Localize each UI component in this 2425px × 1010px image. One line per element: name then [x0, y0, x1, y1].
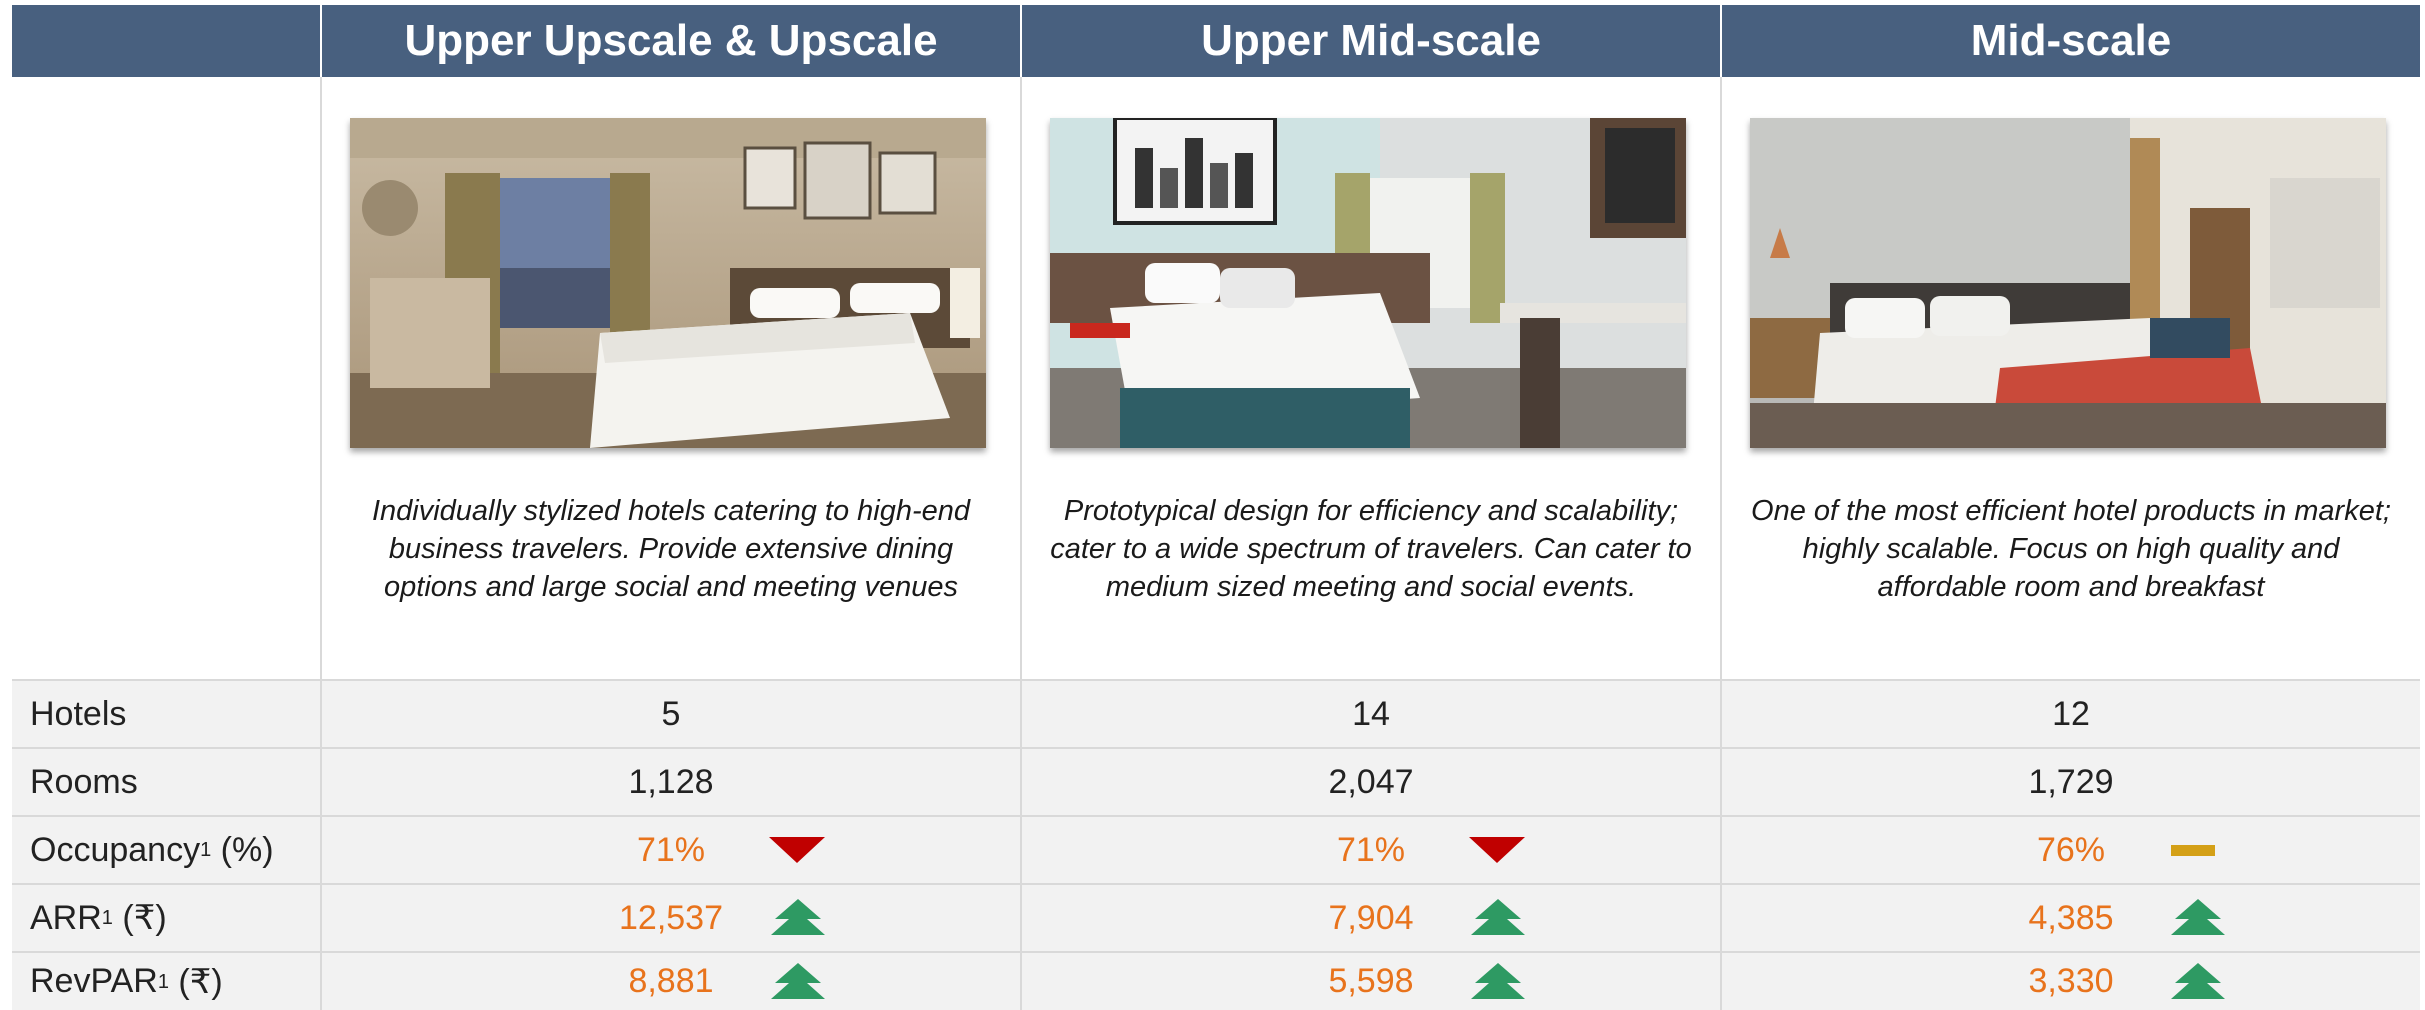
header-midscale: Mid-scale: [1720, 5, 2420, 77]
hotels-value: 12: [1720, 679, 2420, 747]
trend-flat-icon: [2169, 842, 2217, 858]
revpar-value: 5,598: [1020, 951, 1720, 1010]
trend-up-icon: [2169, 961, 2227, 1003]
segment-panel-midscale: One of the most efficient hotel products…: [1720, 77, 2420, 679]
hotel-room-photo: [1750, 118, 2386, 448]
row-label-hotels: Hotels: [12, 679, 320, 747]
arr-value: 7,904: [1020, 883, 1720, 951]
hotel-room-photo: [1050, 118, 1686, 448]
trend-down-icon: [769, 835, 825, 865]
revpar-value: 8,881: [320, 951, 1020, 1010]
segment-panel-upper-midscale: Prototypical design for efficiency and s…: [1020, 77, 1720, 679]
occupancy-value: 71%: [1020, 815, 1720, 883]
arr-value: 12,537: [320, 883, 1020, 951]
arr-value: 4,385: [1720, 883, 2420, 951]
revpar-value: 3,330: [1720, 951, 2420, 1010]
segment-description: Individually stylized hotels catering to…: [371, 495, 971, 603]
trend-up-icon: [2169, 897, 2227, 939]
row-label-rooms: Rooms: [12, 747, 320, 815]
rooms-value: 2,047: [1020, 747, 1720, 815]
hotel-room-photo: [350, 118, 986, 448]
header-blank-cell: [12, 5, 320, 77]
segment-comparison-table: Upper Upscale & Upscale Upper Mid-scale …: [12, 5, 2420, 1010]
segment-description: Prototypical design for efficiency and s…: [1050, 495, 1692, 603]
trend-down-icon: [1469, 835, 1525, 865]
row-label-occupancy: Occupancy 1 (%): [12, 815, 320, 883]
hotels-value: 5: [320, 679, 1020, 747]
trend-up-icon: [769, 961, 827, 1003]
trend-up-icon: [1469, 897, 1527, 939]
segment-panel-upper-upscale: Individually stylized hotels catering to…: [320, 77, 1020, 679]
row-label-arr: ARR 1 (₹): [12, 883, 320, 951]
trend-up-icon: [1469, 961, 1527, 1003]
rooms-value: 1,729: [1720, 747, 2420, 815]
occupancy-value: 76%: [1720, 815, 2420, 883]
header-upper-midscale: Upper Mid-scale: [1020, 5, 1720, 77]
trend-up-icon: [769, 897, 827, 939]
hotels-value: 14: [1020, 679, 1720, 747]
rooms-value: 1,128: [320, 747, 1020, 815]
occupancy-value: 71%: [320, 815, 1020, 883]
row-label-revpar: RevPAR 1 (₹): [12, 951, 320, 1010]
content-blank-cell: [12, 77, 320, 679]
header-upper-upscale: Upper Upscale & Upscale: [320, 5, 1020, 77]
segment-description: One of the most efficient hotel products…: [1751, 495, 2391, 603]
